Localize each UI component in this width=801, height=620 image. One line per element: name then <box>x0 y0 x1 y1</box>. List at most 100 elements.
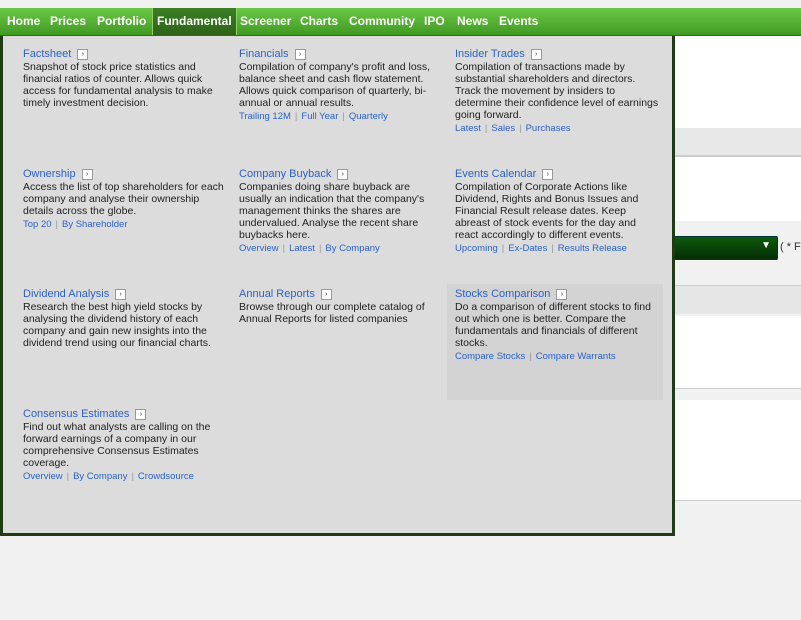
menu-link-overview[interactable]: Overview <box>23 471 63 482</box>
menu-card-description: Compilation of transactions made by subs… <box>455 61 659 121</box>
menu-card-title[interactable]: Dividend Analysis › <box>23 288 227 300</box>
menu-card-title[interactable]: Insider Trades › <box>455 48 659 60</box>
link-separator: | <box>342 111 345 122</box>
menu-card-title-text[interactable]: Ownership <box>23 168 76 180</box>
menu-card-description: Find out what analysts are calling on th… <box>23 421 211 469</box>
dropdown-select[interactable]: ▼ <box>674 236 778 260</box>
menu-card-insider-trades: Insider Trades › Compilation of transactio… <box>447 44 663 140</box>
chevron-right-icon[interactable]: › <box>294 49 306 60</box>
menu-link-top-20[interactable]: Top 20 <box>23 219 52 230</box>
menu-card-links: Overview | By Company | Crowdsource <box>23 471 227 482</box>
menu-link-by-shareholder[interactable]: By Shareholder <box>62 219 127 230</box>
chevron-right-icon[interactable]: › <box>135 409 147 420</box>
menu-link-ex-dates[interactable]: Ex-Dates <box>508 243 547 254</box>
menu-card-title[interactable]: Factsheet › <box>23 48 227 60</box>
menu-card-title-text[interactable]: Financials <box>239 48 289 60</box>
menu-card-links: Top 20 | By Shareholder <box>23 219 227 230</box>
menu-card-title-text[interactable]: Dividend Analysis <box>23 288 109 300</box>
menu-card-consensus-estimates: Consensus Estimates › Find out what analys… <box>15 404 231 488</box>
menu-card-links: Latest | Sales | Purchases <box>455 123 659 134</box>
chevron-right-icon[interactable]: › <box>556 289 568 300</box>
menu-card-title[interactable]: Financials › <box>239 48 443 60</box>
section-band <box>674 285 801 314</box>
link-separator: | <box>551 243 554 254</box>
nav-charts[interactable]: Charts <box>300 8 338 35</box>
content-area <box>674 36 801 128</box>
nav-prices[interactable]: Prices <box>50 8 86 35</box>
menu-card-description: Do a comparison of different stocks to f… <box>455 301 651 349</box>
menu-link-crowdsource[interactable]: Crowdsource <box>138 471 194 482</box>
menu-card-ownership: Ownership › Access the list of top shareho… <box>15 164 231 236</box>
menu-link-latest[interactable]: Latest <box>289 243 315 254</box>
menu-card-description: Companies doing share buyback are usuall… <box>239 181 425 241</box>
menu-card-title[interactable]: Events Calendar › <box>455 168 659 180</box>
chevron-right-icon[interactable]: › <box>81 169 93 180</box>
menu-card-annual-reports: Annual Reports › Browse through our comple… <box>231 284 447 331</box>
link-separator: | <box>529 351 532 362</box>
menu-card-title[interactable]: Company Buyback › <box>239 168 443 180</box>
chevron-right-icon[interactable]: › <box>77 49 89 60</box>
menu-card-description: Snapshot of stock price statistics and f… <box>23 61 213 109</box>
menu-link-by-company[interactable]: By Company <box>325 243 379 254</box>
menu-card-links: Compare Stocks | Compare Warrants <box>455 351 659 362</box>
main-nav: Home Prices Portfolio Fundamental Screen… <box>0 8 801 36</box>
menu-card-stocks-comparison: Stocks Comparison › Do a comparison of dif… <box>447 284 663 400</box>
chevron-right-icon[interactable]: › <box>115 289 127 300</box>
link-separator: | <box>318 243 322 254</box>
menu-card-description: Access the list of top shareholders for … <box>23 181 224 217</box>
menu-card-title[interactable]: Stocks Comparison › <box>455 288 659 300</box>
menu-link-sales[interactable]: Sales <box>491 123 515 134</box>
menu-link-compare-warrants[interactable]: Compare Warrants <box>536 351 616 362</box>
menu-card-title-text[interactable]: Consensus Estimates <box>23 408 129 420</box>
menu-link-latest[interactable]: Latest <box>455 123 481 134</box>
menu-link-overview[interactable]: Overview <box>239 243 279 254</box>
nav-portfolio[interactable]: Portfolio <box>97 8 146 35</box>
content-area <box>674 316 801 389</box>
menu-card-title-text[interactable]: Stocks Comparison <box>455 288 550 300</box>
menu-card-title-text[interactable]: Insider Trades <box>455 48 525 60</box>
menu-link-upcoming[interactable]: Upcoming <box>455 243 498 254</box>
menu-card-factsheet: Factsheet › Snapshot of stock price statis… <box>15 44 231 115</box>
chevron-right-icon[interactable]: › <box>320 289 332 300</box>
menu-link-quarterly[interactable]: Quarterly <box>349 111 388 122</box>
menu-card-company-buyback: Company Buyback › Companies doing share bu… <box>231 164 447 260</box>
content-area <box>674 157 801 221</box>
menu-card-title[interactable]: Annual Reports › <box>239 288 443 300</box>
note-text: ( * F <box>780 241 801 253</box>
menu-card-title-text[interactable]: Company Buyback <box>239 168 331 180</box>
menu-card-description: Compilation of company's profit and loss… <box>239 61 431 109</box>
nav-screener[interactable]: Screener <box>240 8 291 35</box>
chevron-right-icon[interactable]: › <box>337 169 349 180</box>
nav-home[interactable]: Home <box>7 8 40 35</box>
link-separator: | <box>282 243 286 254</box>
link-separator: | <box>519 123 522 134</box>
menu-link-purchases[interactable]: Purchases <box>526 123 571 134</box>
menu-link-full-year[interactable]: Full Year <box>301 111 338 122</box>
chevron-right-icon[interactable]: › <box>530 49 542 60</box>
menu-card-links: Upcoming | Ex-Dates | Results Release <box>455 243 659 254</box>
link-separator: | <box>131 471 134 482</box>
nav-fundamental[interactable]: Fundamental <box>152 8 237 35</box>
chevron-right-icon[interactable]: › <box>542 169 554 180</box>
link-separator: | <box>294 111 298 122</box>
menu-card-description: Research the best high yield stocks by a… <box>23 301 211 349</box>
nav-events[interactable]: Events <box>499 8 538 35</box>
menu-card-title-text[interactable]: Events Calendar <box>455 168 536 180</box>
menu-card-title-text[interactable]: Factsheet <box>23 48 71 60</box>
link-separator: | <box>66 471 70 482</box>
menu-card-links: Overview | Latest | By Company <box>239 243 443 254</box>
nav-community[interactable]: Community <box>349 8 415 35</box>
menu-card-title[interactable]: Consensus Estimates › <box>23 408 227 420</box>
menu-card-links: Trailing 12M | Full Year | Quarterly <box>239 111 443 122</box>
menu-card-title[interactable]: Ownership › <box>23 168 227 180</box>
menu-link-by-company[interactable]: By Company <box>73 471 127 482</box>
menu-card-financials: Financials › Compilation of company's prof… <box>231 44 447 128</box>
menu-link-results-release[interactable]: Results Release <box>558 243 627 254</box>
menu-link-trailing-12m[interactable]: Trailing 12M <box>239 111 291 122</box>
menu-card-title-text[interactable]: Annual Reports <box>239 288 315 300</box>
menu-link-compare-stocks[interactable]: Compare Stocks <box>455 351 525 362</box>
nav-ipo[interactable]: IPO <box>424 8 445 35</box>
link-separator: | <box>484 123 488 134</box>
nav-news[interactable]: News <box>457 8 488 35</box>
link-separator: | <box>55 219 58 230</box>
